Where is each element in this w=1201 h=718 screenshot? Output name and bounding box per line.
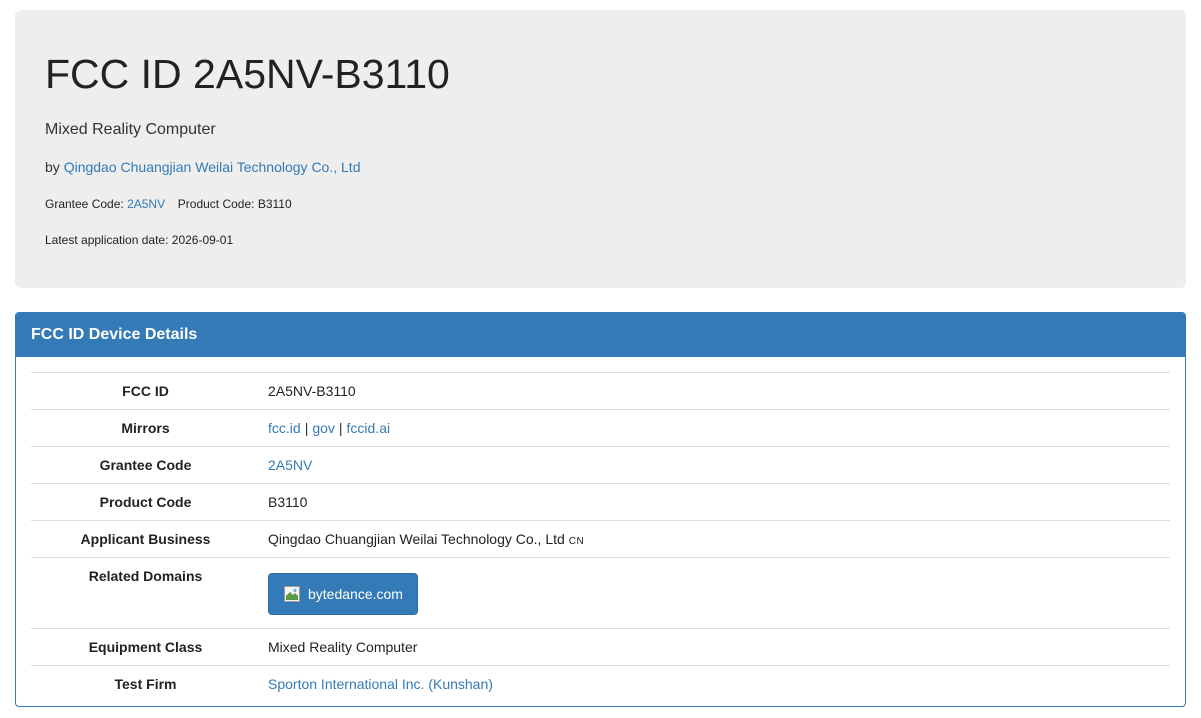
company-link[interactable]: Qingdao Chuangjian Weilai Technology Co.… <box>64 159 361 175</box>
row-value-test-firm: Sporton International Inc. (Kunshan) <box>260 666 1170 703</box>
mirror-separator: | <box>304 420 309 436</box>
mirror-link-fcc-id[interactable]: fcc.id <box>268 420 301 436</box>
row-key-product-code: Product Code <box>99 494 192 510</box>
device-details-panel: FCC ID Device Details FCC ID 2A5NV-B3110… <box>15 312 1186 707</box>
details-table: FCC ID 2A5NV-B3110 Mirrors fcc.id | gov | fc… <box>31 372 1170 702</box>
mirror-link-gov[interactable]: gov <box>312 420 335 436</box>
row-value-mirrors: fcc.id | gov | fccid.ai <box>260 410 1170 447</box>
row-key-related-domains: Related Domains <box>88 568 203 584</box>
domain-button-bytedance[interactable]: bytedance.com <box>268 573 418 615</box>
grantee-code-row-link[interactable]: 2A5NV <box>268 457 312 473</box>
row-key-mirrors: Mirrors <box>121 420 170 436</box>
header-jumbotron: FCC ID 2A5NV-B3110 Mixed Reality Compute… <box>15 10 1186 288</box>
row-value-product-code: B3110 <box>268 494 308 510</box>
product-code-value: B3110 <box>257 197 292 211</box>
domain-button-label: bytedance.com <box>308 586 403 602</box>
row-key-applicant-business: Applicant Business <box>80 531 211 547</box>
table-row: Product Code B3110 <box>31 483 1170 521</box>
table-row: FCC ID 2A5NV-B3110 <box>31 372 1170 410</box>
applicant-name: Qingdao Chuangjian Weilai Technology Co.… <box>268 531 565 547</box>
row-value-fcc-id: 2A5NV-B3110 <box>268 383 356 399</box>
row-value-applicant-business: Qingdao Chuangjian Weilai Technology Co.… <box>260 521 1170 558</box>
grantee-code-label: Grantee Code: <box>45 197 124 211</box>
row-key-equipment-class: Equipment Class <box>88 639 203 655</box>
product-code-label: Product Code: <box>177 197 255 211</box>
grantee-code-link[interactable]: 2A5NV <box>127 197 165 211</box>
table-row: Mirrors fcc.id | gov | fccid.ai <box>31 409 1170 447</box>
latest-date-label: Latest application date: <box>45 233 169 247</box>
latest-application: Latest application date: 2026-09-01 <box>45 233 233 247</box>
row-key-test-firm: Test Firm <box>114 676 177 692</box>
panel-heading: FCC ID Device Details <box>16 313 1185 357</box>
page-title: FCC ID 2A5NV-B3110 <box>45 51 450 97</box>
by-prefix: by <box>45 159 60 175</box>
broken-image-icon <box>284 586 300 602</box>
table-row: Applicant Business Qingdao Chuangjian We… <box>31 520 1170 558</box>
table-row: Equipment Class Mixed Reality Computer <box>31 628 1170 666</box>
row-value-grantee-code: 2A5NV <box>260 447 1170 484</box>
latest-date-value: 2026-09-01 <box>171 233 234 247</box>
country-code: CN <box>568 536 585 547</box>
row-key-fcc-id: FCC ID <box>122 383 169 399</box>
row-value-related-domains: bytedance.com <box>260 558 1170 629</box>
row-key-grantee-code: Grantee Code <box>99 457 192 473</box>
table-row: Grantee Code 2A5NV <box>31 446 1170 484</box>
mirror-link-fccid-ai[interactable]: fccid.ai <box>347 420 391 436</box>
byline: by Qingdao Chuangjian Weilai Technology … <box>45 159 360 175</box>
test-firm-link[interactable]: Sporton International Inc. (Kunshan) <box>268 676 493 692</box>
row-value-equipment-class: Mixed Reality Computer <box>268 639 418 655</box>
panel-body: FCC ID 2A5NV-B3110 Mirrors fcc.id | gov | fc… <box>16 357 1185 702</box>
table-row: Related Domains bytedance.com <box>31 557 1170 629</box>
codes-line: Grantee Code: 2A5NV Product Code: B3110 <box>45 197 292 211</box>
device-subtitle: Mixed Reality Computer <box>45 121 216 138</box>
table-row: Test Firm Sporton International Inc. (Ku… <box>31 665 1170 703</box>
mirror-separator: | <box>338 420 343 436</box>
